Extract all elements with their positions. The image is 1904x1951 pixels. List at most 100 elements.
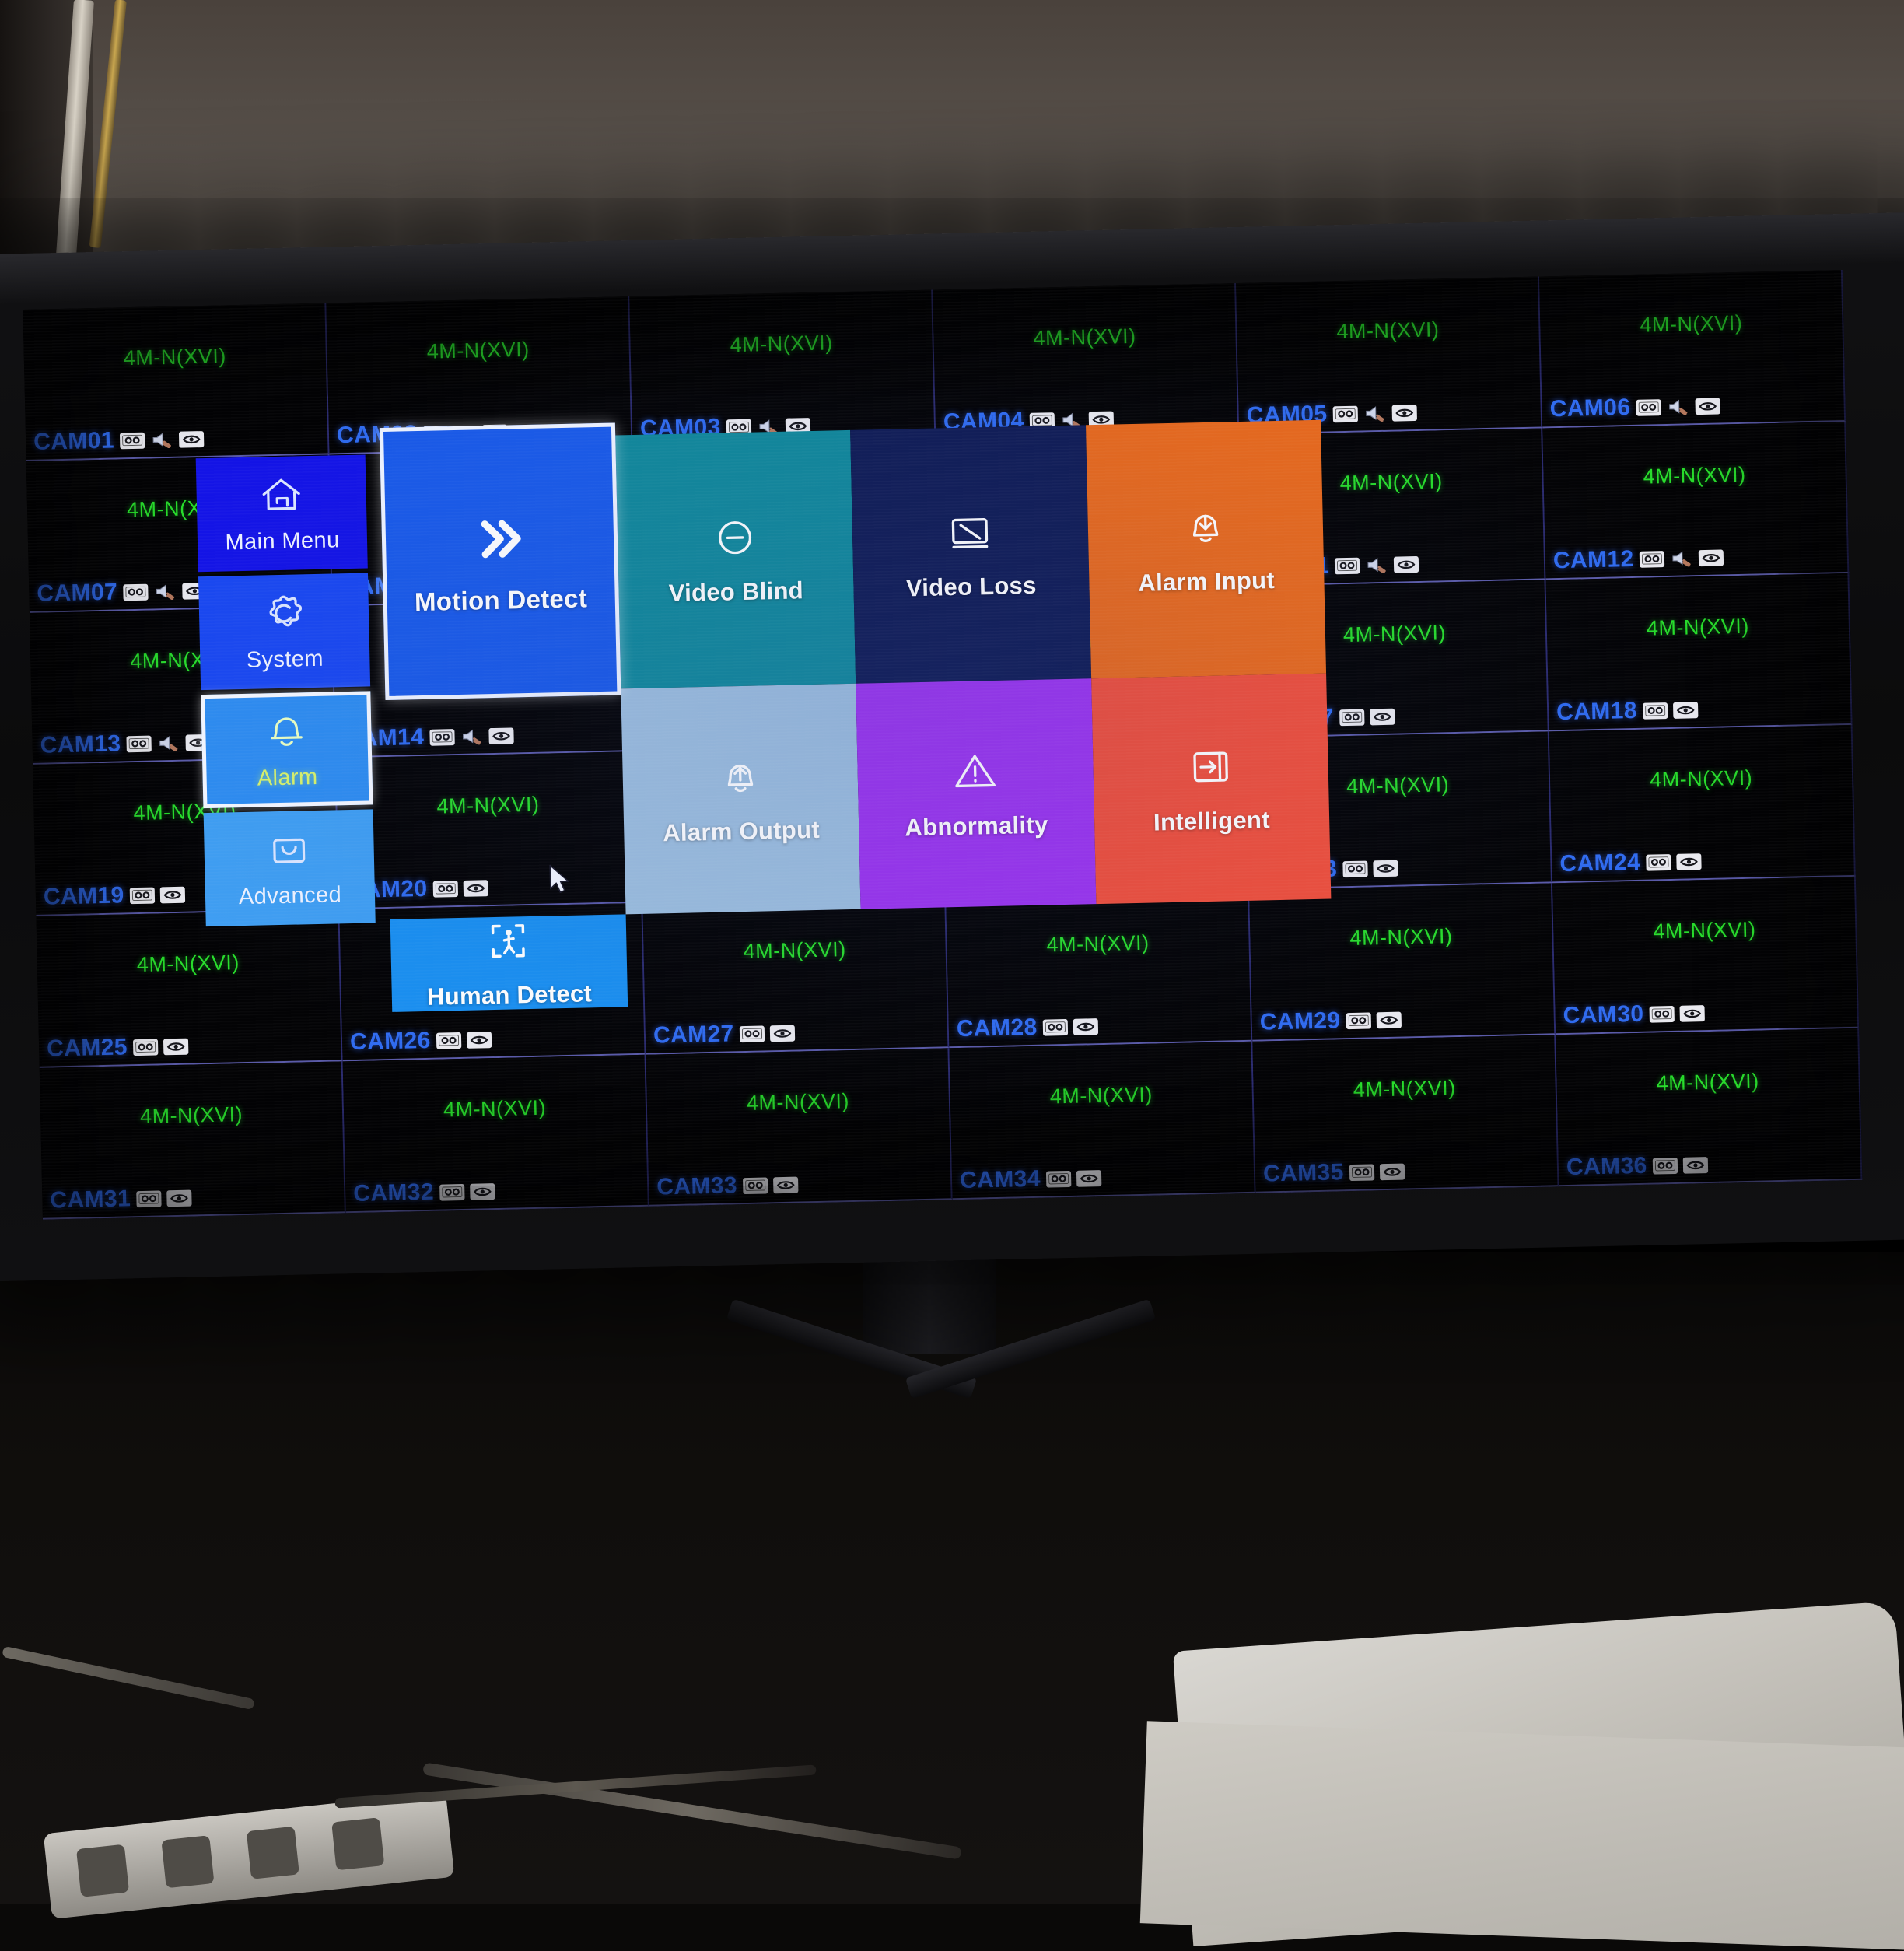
sidebar-item-alarm[interactable]: Alarm [201, 691, 373, 808]
camera-resolution-label: 4M-N(XVI) [327, 335, 629, 366]
audio-icon [1363, 404, 1386, 422]
camera-name-label: CAM13 [40, 730, 121, 758]
submenu-tile-intelligent[interactable]: Intelligent [1091, 674, 1332, 905]
record-icon [123, 583, 148, 601]
camera-cell[interactable]: 4M-N(XVI) CAM36 [1556, 1028, 1862, 1186]
camera-resolution-label: 4M-N(XVI) [647, 1088, 950, 1118]
camera-cell[interactable]: 4M-N(XVI)CAM03 [629, 290, 936, 448]
camera-name-label: CAM32 [353, 1179, 434, 1207]
camera-status-bar: CAM27 [653, 1020, 795, 1049]
submenu-tile-alarm-output[interactable]: Alarm Output [621, 684, 861, 915]
eye-icon [769, 1025, 794, 1042]
bag-icon [265, 826, 313, 877]
record-icon [1346, 1012, 1370, 1029]
bell-down-icon [1181, 503, 1230, 555]
camera-cell[interactable]: 4M-N(XVI)CAM35 [1252, 1035, 1559, 1193]
camera-cell[interactable]: 4M-N(XVI)CAM01 [23, 303, 329, 461]
camera-status-bar: CAM19 [44, 881, 185, 911]
camera-status-bar: CAM18 [1556, 696, 1698, 726]
record-icon [1652, 1157, 1677, 1174]
camera-resolution-label: 4M-N(XVI) [933, 322, 1236, 352]
camera-status-bar: CAM07 [37, 577, 207, 608]
submenu-tile-human-detect[interactable]: Human Detect [390, 914, 628, 1012]
camera-name-label: CAM35 [1263, 1159, 1344, 1187]
audio-icon [1666, 398, 1689, 416]
eye-icon [163, 1038, 188, 1055]
camera-status-bar: CAM01 [33, 426, 204, 456]
warning-triangle-icon [950, 747, 999, 800]
submenu-tile-alarm-input[interactable]: Alarm Input [1086, 420, 1327, 679]
eye-icon [773, 1176, 798, 1193]
eye-icon [1376, 1011, 1401, 1028]
record-icon [1335, 557, 1360, 574]
camera-name-label: CAM34 [960, 1166, 1041, 1194]
camera-cell[interactable]: 4M-N(XVI)CAM34 [949, 1042, 1255, 1200]
camera-resolution-label: 4M-N(XVI) [1556, 1067, 1859, 1098]
person-bracket-icon [484, 916, 533, 969]
camera-status-bar: CAM13 [40, 729, 210, 759]
eye-icon [1373, 860, 1398, 877]
record-icon [1646, 854, 1671, 871]
paper-pile-secondary [1140, 1721, 1904, 1950]
home-icon [257, 471, 305, 523]
bell-up-icon [716, 752, 765, 805]
camera-status-bar: CAM35 [1263, 1158, 1405, 1188]
camera-status-bar: CAM32 [353, 1178, 495, 1207]
camera-name-label: CAM27 [653, 1021, 734, 1049]
audio-icon [1669, 549, 1692, 568]
eye-icon [1076, 1170, 1101, 1187]
camera-name-label: CAM12 [1553, 546, 1634, 574]
eye-icon [1673, 702, 1698, 719]
chevron-double-right-icon [468, 507, 530, 573]
record-icon [1046, 1170, 1071, 1187]
camera-resolution-label: 4M-N(XVI) [40, 1101, 343, 1131]
camera-status-bar: CAM26 [350, 1026, 492, 1056]
camera-resolution-label: 4M-N(XVI) [344, 1094, 646, 1124]
camera-resolution-label: 4M-N(XVI) [1540, 309, 1843, 339]
camera-name-label: CAM26 [350, 1028, 431, 1056]
camera-status-bar: CAM25 [47, 1033, 188, 1063]
eye-icon [166, 1189, 191, 1207]
sidebar-item-system[interactable]: System [198, 573, 370, 690]
camera-status-bar: CAM31 [50, 1185, 191, 1214]
camera-cell[interactable]: 4M-N(XVI) CAM33 [646, 1048, 953, 1206]
sidebar-item-label: System [246, 646, 324, 674]
monitor-slash-icon [946, 507, 995, 560]
camera-cell[interactable]: 4M-N(XVI)CAM04 [933, 283, 1239, 441]
submenu-tile-video-blind[interactable]: Video Blind [615, 430, 856, 689]
camera-resolution-label: 4M-N(XVI) [1553, 916, 1856, 946]
submenu-tile-abnormality[interactable]: Abnormality [856, 678, 1096, 909]
camera-status-bar: CAM36 [1566, 1151, 1708, 1181]
camera-cell[interactable]: 4M-N(XVI) CAM30 [1552, 877, 1859, 1035]
sidebar-item-advanced[interactable]: Advanced [204, 809, 376, 926]
record-icon [1332, 405, 1357, 422]
camera-cell[interactable]: 4M-N(XVI) CAM32 [343, 1055, 649, 1213]
camera-status-bar: CAM33 [656, 1172, 798, 1201]
eye-icon [1695, 398, 1720, 415]
arrow-into-box-icon [1186, 742, 1235, 795]
submenu-tile-motion-detect[interactable]: Motion Detect [380, 422, 621, 700]
submenu-tile-label: Intelligent [1153, 806, 1270, 836]
camera-name-label: CAM07 [37, 579, 117, 607]
camera-cell[interactable]: 4M-N(XVI)CAM18 [1545, 573, 1852, 731]
sidebar-item-main-menu[interactable]: Main Menu [196, 454, 368, 572]
camera-status-bar: CAM12 [1553, 544, 1724, 574]
submenu-tile-video-loss[interactable]: Video Loss [850, 425, 1091, 684]
camera-cell[interactable]: 4M-N(XVI)CAM05 [1236, 277, 1542, 435]
record-icon [126, 735, 151, 752]
camera-cell[interactable]: 4M-N(XVI) CAM31 [40, 1061, 346, 1219]
camera-cell[interactable]: 4M-N(XVI)CAM25 [36, 909, 342, 1067]
camera-cell[interactable]: 4M-N(XVI)CAM24 [1549, 725, 1856, 883]
record-icon [129, 887, 154, 904]
eye-icon [1370, 708, 1395, 725]
record-icon [1636, 399, 1661, 416]
eye-icon [467, 1032, 492, 1049]
camera-name-label: CAM30 [1563, 1001, 1643, 1029]
camera-cell[interactable]: 4M-N(XVI)CAM12 [1542, 422, 1849, 580]
submenu-tile-label: Abnormality [905, 811, 1048, 842]
eye-icon [470, 1183, 495, 1200]
audio-icon [153, 582, 177, 601]
camera-cell[interactable]: 4M-N(XVI)CAM06 [1539, 270, 1846, 428]
record-icon [1649, 1005, 1674, 1022]
record-icon [439, 1183, 464, 1200]
